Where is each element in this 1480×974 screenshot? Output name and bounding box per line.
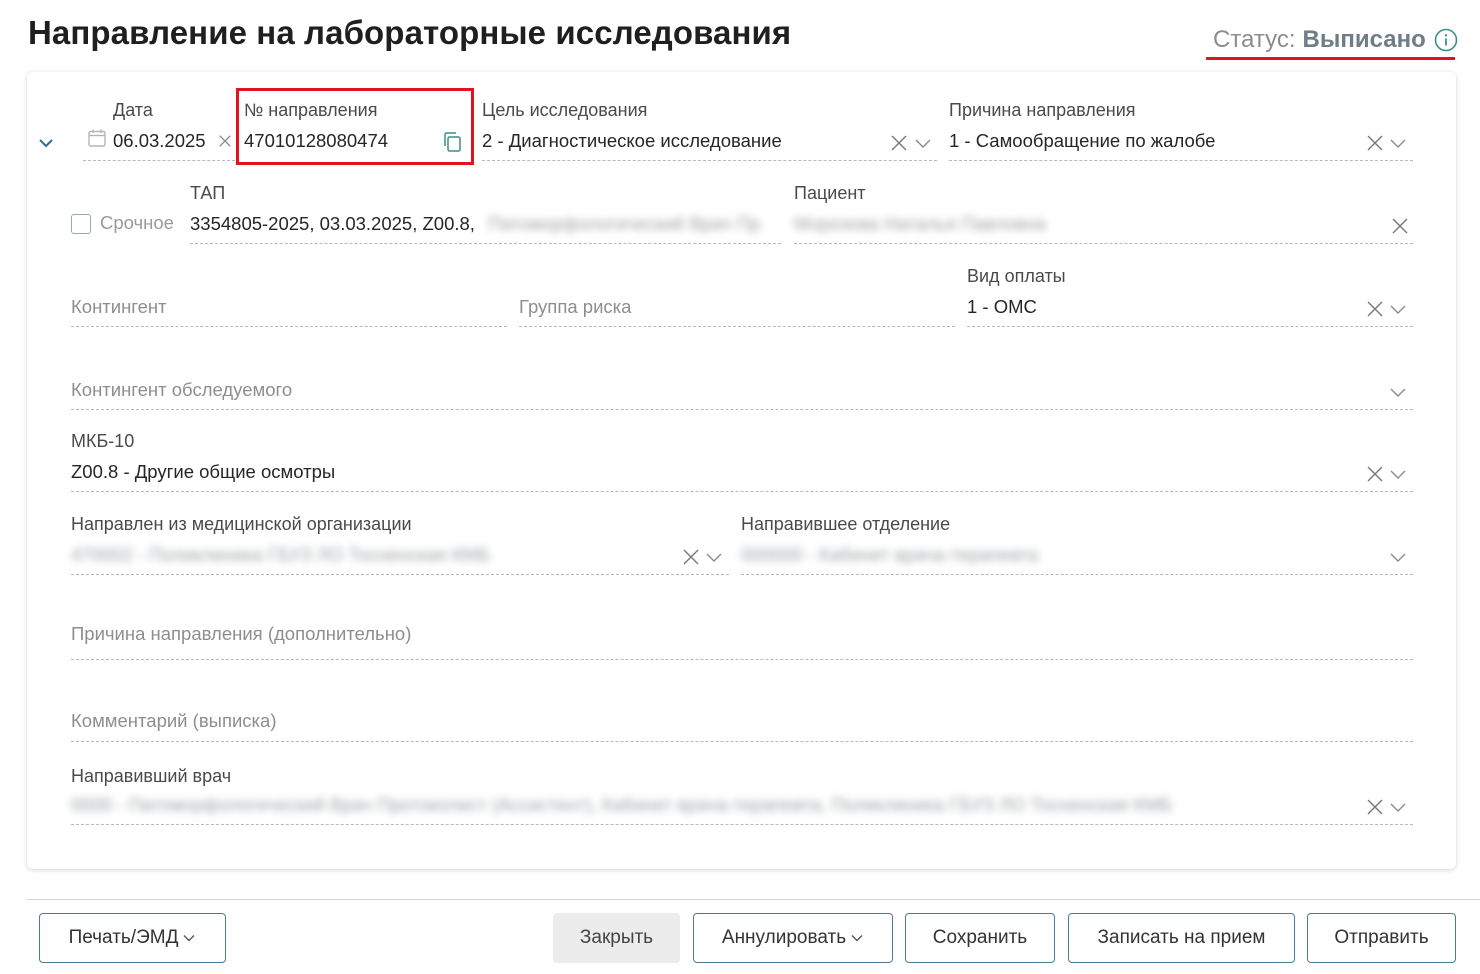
print-emd-label: Печать/ЭМД (68, 927, 179, 948)
status-underline (1206, 57, 1455, 60)
purpose-field[interactable]: Цель исследования 2 - Диагностическое ис… (482, 98, 937, 162)
clear-date-icon[interactable] (217, 133, 233, 149)
purpose-label: Цель исследования (482, 100, 648, 120)
status-label: Статус: (1213, 26, 1296, 53)
mkb10-chevron-down-icon[interactable] (1389, 465, 1407, 483)
tap-value-hidden: Патоморфологический Врач Пр (488, 213, 761, 234)
reason-label: Причина направления (949, 100, 1136, 120)
department-chevron-down-icon[interactable] (1389, 548, 1407, 566)
purpose-value: 2 - Диагностическое исследование (482, 130, 782, 151)
urgent-checkbox[interactable] (71, 214, 91, 234)
info-icon[interactable] (1434, 28, 1458, 52)
risk-group-field[interactable]: Группа риска (519, 264, 955, 328)
calendar-icon[interactable] (87, 128, 107, 148)
purpose-chevron-down-icon[interactable] (914, 134, 932, 152)
send-button[interactable]: Отправить (1307, 913, 1456, 963)
date-field[interactable]: Дата 06.03.2025 (83, 98, 235, 162)
footer-divider (27, 899, 1480, 900)
tap-value: 3354805-2025, 03.03.2025, Z00.8, (190, 213, 475, 234)
risk-group-placeholder: Группа риска (519, 296, 632, 317)
doctor-chevron-down-icon[interactable] (1389, 798, 1407, 816)
collapse-chevron-icon[interactable] (37, 134, 55, 152)
examinee-contingent-chevron-down-icon[interactable] (1389, 383, 1407, 401)
reason-chevron-down-icon[interactable] (1389, 134, 1407, 152)
print-chevron-down-icon (183, 935, 195, 942)
annul-chevron-down-icon (851, 935, 863, 942)
mkb10-field[interactable]: МКБ-10 Z00.8 - Другие общие осмотры (71, 429, 1413, 493)
clear-reason-icon[interactable] (1366, 134, 1384, 152)
patient-label: Пациент (794, 183, 866, 203)
save-button[interactable]: Сохранить (905, 913, 1055, 963)
from-organization-chevron-down-icon[interactable] (705, 548, 723, 566)
referral-number-highlight (236, 88, 474, 165)
payment-type-field[interactable]: Вид оплаты 1 - ОМС (967, 264, 1413, 328)
comment-placeholder: Комментарий (выписка) (71, 710, 277, 731)
clear-patient-icon[interactable] (1391, 217, 1409, 235)
tap-label: ТАП (190, 183, 226, 203)
clear-from-organization-icon[interactable] (682, 548, 700, 566)
contingent-placeholder: Контингент (71, 296, 167, 317)
clear-payment-type-icon[interactable] (1366, 300, 1384, 318)
department-label: Направившее отделение (741, 514, 951, 534)
comment-field[interactable]: Комментарий (выписка) (71, 681, 1413, 745)
annul-label: Аннулировать (721, 927, 847, 948)
book-appointment-label: Записать на прием (1097, 927, 1266, 948)
mkb10-label: МКБ-10 (71, 431, 135, 451)
examinee-contingent-placeholder: Контингент обследуемого (71, 379, 293, 400)
annul-button[interactable]: Аннулировать (693, 913, 893, 963)
tap-field[interactable]: ТАП 3354805-2025, 03.03.2025, Z00.8, Пат… (190, 181, 781, 245)
doctor-value-hidden: 0000 - Патоморфологический Врач Протокол… (71, 794, 1173, 815)
date-label: Дата (113, 100, 153, 120)
reason-extra-placeholder: Причина направления (дополнительно) (71, 623, 412, 644)
department-value-hidden: 000000 - Кабинет врача-терапевта (741, 544, 1039, 565)
payment-type-value: 1 - ОМС (967, 296, 1037, 317)
save-label: Сохранить (932, 927, 1028, 948)
send-label: Отправить (1334, 927, 1429, 948)
close-label: Закрыть (579, 927, 654, 948)
page-title: Направление на лабораторные исследования (28, 14, 792, 51)
clear-mkb10-icon[interactable] (1366, 465, 1384, 483)
doctor-label: Направивший врач (71, 766, 232, 786)
reason-field[interactable]: Причина направления 1 - Самообращение по… (949, 98, 1413, 162)
print-emd-button[interactable]: Печать/ЭМД (39, 913, 226, 963)
book-appointment-button[interactable]: Записать на прием (1068, 913, 1295, 963)
from-organization-value-hidden: 470002 - Поликлиника ГБУЗ ЛО Тосненская … (71, 544, 491, 565)
reason-extra-field[interactable]: Причина направления (дополнительно) (71, 595, 1413, 663)
examinee-contingent-field[interactable]: Контингент обследуемого (71, 347, 1413, 411)
date-value: 06.03.2025 (113, 130, 206, 151)
status: Статус: Выписано (1213, 26, 1458, 54)
status-value: Выписано (1302, 26, 1426, 53)
doctor-field[interactable]: Направивший врач 0000 - Патоморфологичес… (71, 764, 1413, 828)
payment-type-chevron-down-icon[interactable] (1389, 300, 1407, 318)
contingent-field[interactable]: Контингент (71, 264, 507, 328)
patient-field[interactable]: Пациент Морозова Наталья Павловна (794, 181, 1413, 245)
mkb10-value: Z00.8 - Другие общие осмотры (71, 461, 336, 482)
department-field[interactable]: Направившее отделение 000000 - Кабинет в… (741, 512, 1413, 576)
from-organization-field[interactable]: Направлен из медицинской организации 470… (71, 512, 729, 576)
reason-value: 1 - Самообращение по жалобе (949, 130, 1216, 151)
patient-value-hidden: Морозова Наталья Павловна (794, 213, 1046, 234)
clear-purpose-icon[interactable] (890, 134, 908, 152)
from-organization-label: Направлен из медицинской организации (71, 514, 412, 534)
close-button[interactable]: Закрыть (553, 913, 680, 963)
urgent-label: Срочное (100, 212, 174, 233)
clear-doctor-icon[interactable] (1366, 798, 1384, 816)
payment-type-label: Вид оплаты (967, 266, 1066, 286)
